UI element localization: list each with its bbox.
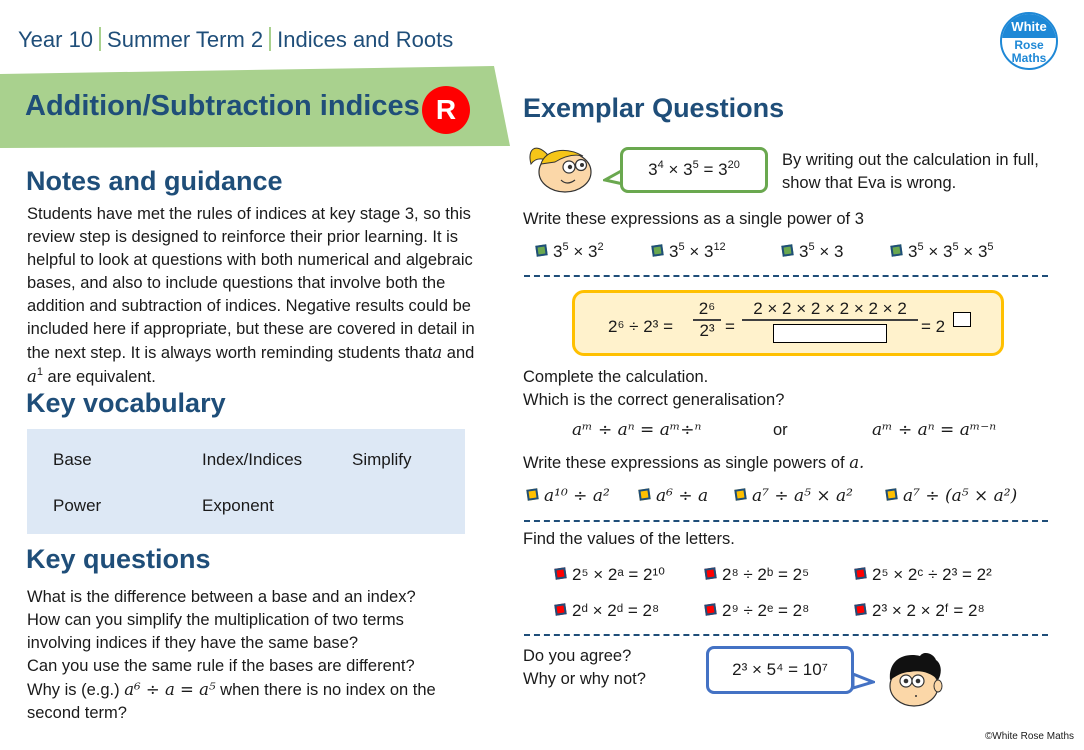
key-question: How can you simplify the multiplication …	[27, 611, 404, 629]
q2-item: 35 × 312	[651, 242, 726, 262]
exemplar-heading: Exemplar Questions	[523, 93, 785, 123]
step-title: Addition/Subtraction indices	[25, 90, 420, 122]
checkbox-icon	[651, 244, 664, 257]
notes-line: addition and subtraction of indices. Neg…	[27, 297, 471, 315]
breadcrumb-term: Summer Term 2	[107, 27, 264, 52]
fraction-numerator: 2⁶	[698, 299, 716, 318]
notes-line: Students have met the rules of indices a…	[27, 205, 471, 223]
boy-claim: 2³ × 5⁴ = 10⁷	[732, 660, 828, 679]
notes-body: Students have met the rules of indices a…	[27, 203, 507, 389]
q4-item: a⁶ ÷ a	[638, 486, 708, 506]
review-badge: R	[422, 86, 470, 134]
notes-line: review step is designed to reinforce the…	[27, 228, 459, 246]
calculation-box: 2⁶ ÷ 2³ = 2⁶ 2³ = 2 × 2 × 2 × 2 × 2 × 2 …	[572, 290, 1004, 356]
checkbox-icon	[554, 603, 567, 616]
q2-item: 35 × 3	[781, 242, 843, 262]
checkbox-icon	[885, 488, 898, 501]
logo-text-rose-maths: Rose Maths	[1011, 38, 1047, 65]
key-questions-heading: Key questions	[26, 544, 211, 574]
key-questions-body: What is the difference between a base an…	[27, 586, 507, 725]
checkbox-icon	[734, 488, 747, 501]
key-question: second term?	[27, 704, 127, 722]
vocabulary-heading: Key vocabulary	[26, 388, 226, 418]
vocab-word: Base	[53, 450, 92, 469]
checkbox-icon	[638, 488, 651, 501]
breadcrumb-separator	[99, 27, 102, 51]
q2-prompt: Write these expressions as a single powe…	[523, 210, 864, 228]
fraction-numerator: 2 × 2 × 2 × 2 × 2 × 2	[753, 299, 907, 318]
vocab-word: Index/Indices	[202, 450, 303, 469]
q5-item: 2⁸ ÷ 2ᵇ = 2⁵	[704, 565, 809, 585]
fraction-1: 2⁶ 2³	[693, 299, 721, 341]
breadcrumb-separator	[269, 27, 272, 51]
boy-character-icon	[880, 650, 950, 715]
vocab-word: Simplify	[352, 450, 412, 469]
equals-sign: =	[725, 317, 735, 336]
boy-speech-bubble: 2³ × 5⁴ = 10⁷	[706, 646, 854, 694]
eva-claim: 34 × 35 = 320	[648, 159, 740, 180]
divider	[524, 520, 1048, 522]
key-question: involving indices if they have the same …	[27, 634, 359, 652]
q5-item: 2³ × 2 × 2ᶠ = 2⁸	[854, 601, 985, 621]
fraction-denominator	[742, 319, 918, 348]
checkbox-icon	[554, 567, 567, 580]
notes-line: included here if appropriate, but these …	[27, 320, 475, 338]
checkbox-icon	[890, 244, 903, 257]
checkbox-icon	[704, 567, 717, 580]
or-label: or	[773, 421, 788, 439]
q2-item: 35 × 32	[535, 242, 604, 262]
key-question: What is the difference between a base an…	[27, 588, 416, 606]
checkbox-icon	[854, 603, 867, 616]
q5-item: 2⁵ × 2ᶜ ÷ 2³ = 2²	[854, 565, 992, 585]
logo-text-white: White	[1002, 14, 1056, 38]
fraction-2: 2 × 2 × 2 × 2 × 2 × 2	[742, 299, 918, 348]
notes-line: a1 are equivalent.	[27, 366, 156, 387]
key-question: Why is (e.g.) a⁶ ÷ a = a⁵ when there is …	[27, 680, 436, 699]
breadcrumb-year: Year 10	[18, 27, 94, 52]
checkbox-icon	[854, 567, 867, 580]
notes-line: bases, and also to include questions tha…	[27, 274, 446, 292]
eva-character-icon	[525, 140, 601, 201]
q4-item: a¹⁰ ÷ a²	[526, 486, 610, 506]
q5-item: 2⁹ ÷ 2ᵉ = 2⁸	[704, 601, 809, 621]
q4-prompt: Write these expressions as single powers…	[523, 453, 865, 472]
vocab-word: Power	[53, 496, 102, 515]
fraction-denominator: 2³	[693, 319, 721, 341]
divider	[524, 634, 1048, 636]
q3-prompt: Complete the calculation. Which is the c…	[523, 368, 785, 409]
q5-item: 2ᵈ × 2ᵈ = 2⁸	[554, 601, 659, 621]
q4-item: a⁷ ÷ a⁵ × a²	[734, 486, 853, 506]
calc-lhs: 2⁶ ÷ 2³ =	[608, 317, 673, 336]
denominator-blank-input[interactable]	[773, 324, 887, 343]
notes-line: the next step. It is always worth remind…	[27, 343, 475, 362]
q1-prompt: By writing out the calculation in full, …	[782, 151, 1039, 192]
generalisation-option-2: aᵐ ÷ aⁿ = aᵐ⁻ⁿ	[872, 420, 997, 440]
eva-speech-bubble: 34 × 35 = 320	[620, 147, 768, 193]
notes-line: helpful to look at questions with both n…	[27, 251, 473, 269]
generalisation-option-1: aᵐ ÷ aⁿ = aᵐ÷ⁿ	[572, 420, 702, 440]
checkbox-icon	[526, 488, 539, 501]
vocab-word: Exponent	[202, 496, 274, 515]
breadcrumb-unit: Indices and Roots	[277, 27, 454, 52]
speech-bubble-tail	[851, 671, 878, 697]
divider	[524, 275, 1048, 277]
q6-prompt: Do you agree? Why or why not?	[523, 647, 646, 688]
checkbox-icon	[535, 244, 548, 257]
calc-result: = 2	[921, 317, 946, 336]
q5-item: 2⁵ × 2ᵃ = 2¹⁰	[554, 565, 665, 585]
exponent-blank-input[interactable]	[953, 312, 971, 327]
checkbox-icon	[704, 603, 717, 616]
q5-prompt: Find the values of the letters.	[523, 530, 735, 548]
vocabulary-box: Base Index/Indices Simplify Power Expone…	[27, 429, 465, 534]
breadcrumb: Year 10 Summer Term 2 Indices and Roots	[18, 27, 453, 53]
copyright: ©White Rose Maths	[984, 731, 1074, 742]
white-rose-maths-logo: White Rose Maths	[1000, 12, 1058, 70]
q2-item: 35 × 35 × 35	[890, 242, 994, 262]
notes-heading: Notes and guidance	[26, 166, 283, 196]
checkbox-icon	[781, 244, 794, 257]
key-question: Can you use the same rule if the bases a…	[27, 657, 415, 675]
q4-item: a⁷ ÷ (a⁵ × a²)	[885, 486, 1017, 506]
